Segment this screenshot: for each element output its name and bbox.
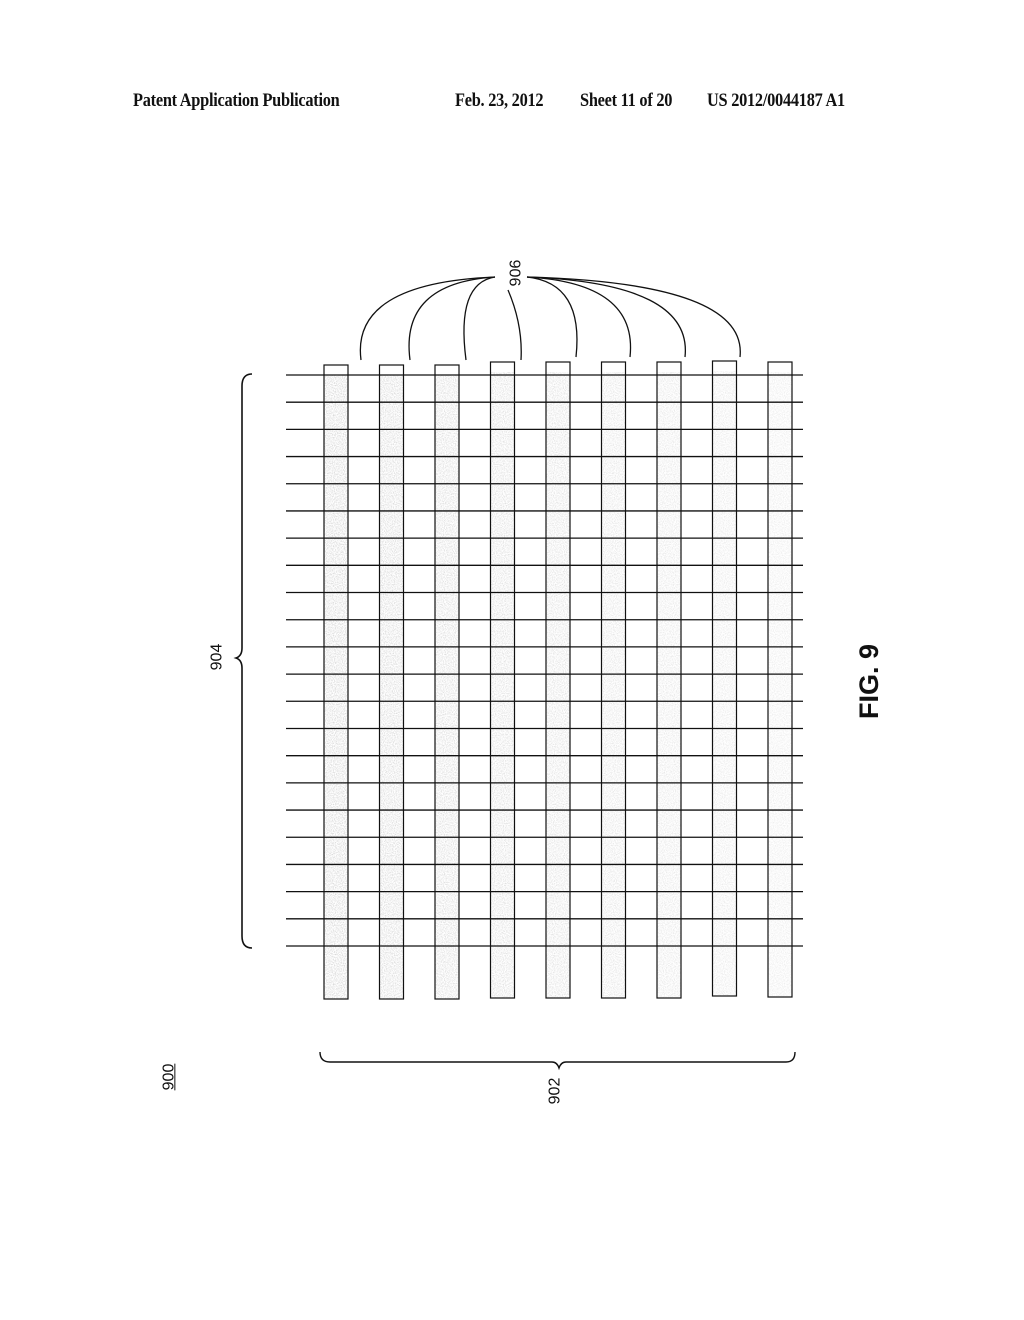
ref-label-904: 904 bbox=[208, 643, 226, 671]
leader-line bbox=[408, 276, 496, 361]
leader-line bbox=[526, 276, 686, 358]
column-fill bbox=[435, 375, 459, 999]
column-fill bbox=[324, 375, 348, 999]
leader-line bbox=[526, 276, 578, 358]
column-fill bbox=[379, 375, 404, 999]
leader-lines-group bbox=[359, 276, 741, 361]
figure-label: FIG. 9 bbox=[854, 643, 885, 720]
ref-label-900: 900 bbox=[160, 1063, 178, 1091]
column-fill bbox=[768, 372, 792, 997]
column-fill bbox=[601, 372, 626, 998]
column-fill bbox=[657, 372, 681, 998]
rows-brace bbox=[233, 373, 253, 949]
ref-label-906: 906 bbox=[505, 259, 523, 287]
leader-line bbox=[507, 289, 522, 361]
column-fill bbox=[712, 371, 737, 996]
leader-line bbox=[526, 276, 632, 358]
columns-brace bbox=[319, 1051, 796, 1071]
leader-line bbox=[463, 276, 496, 361]
ref-label-902: 902 bbox=[546, 1077, 564, 1105]
column-fill bbox=[546, 372, 570, 998]
column-fill bbox=[490, 372, 515, 998]
